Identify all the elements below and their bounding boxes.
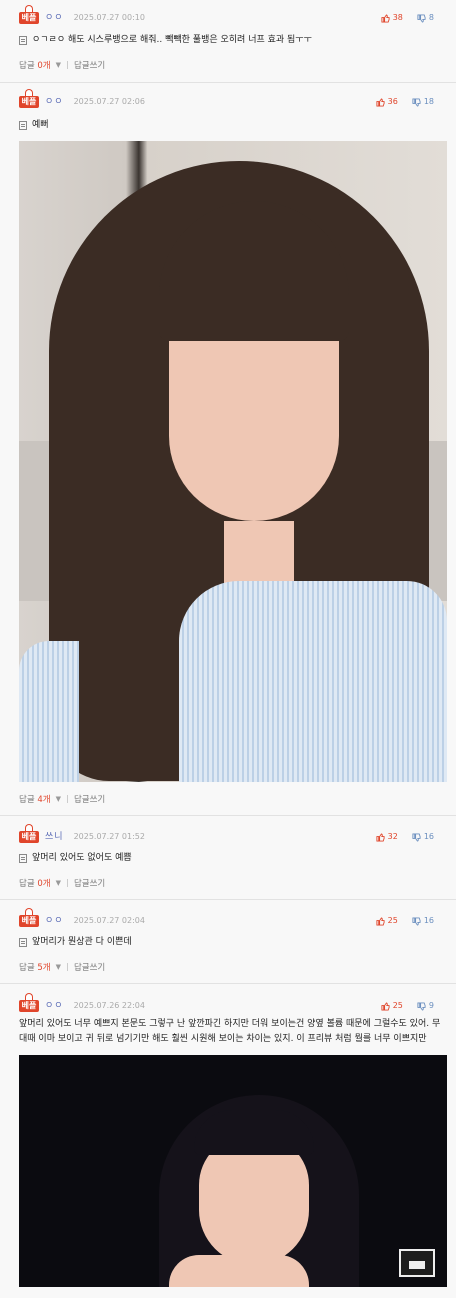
comment-date: 2025.07.27 02:04 <box>73 916 145 925</box>
comment-text: 앞머리가 뭔상관 다 이쁜데 <box>19 928 446 950</box>
comment-header: 베플 ㅇㅇ 2025.07.27 02:04 25 16 <box>19 900 446 928</box>
comment-header: 베플 쓰니 2025.07.27 01:52 32 16 <box>19 816 446 844</box>
best-badge-icon: 베플 <box>19 908 39 928</box>
comment-item: 베플 쓰니 2025.07.27 01:52 32 16 앞머리 있어도 없어도… <box>0 816 456 900</box>
upvote-button[interactable]: 32 <box>376 831 398 843</box>
comment-stats: 25 16 <box>376 915 434 927</box>
divider <box>66 61 68 69</box>
write-reply-link[interactable]: 답글쓰기 <box>74 961 105 973</box>
comment-text: 앞머리 있어도 없어도 예쁨 <box>19 844 446 866</box>
comment-nickname[interactable]: ㅇㅇ <box>45 95 64 109</box>
reply-toggle[interactable]: 답글 0개 <box>19 877 51 889</box>
downvote-button[interactable]: 16 <box>412 915 434 927</box>
comment-footer: 답글 0개 ▼ 답글쓰기 <box>19 872 446 894</box>
reply-count: 5개 <box>37 963 51 973</box>
thumbs-up-icon <box>376 832 385 842</box>
attached-photo[interactable] <box>19 1055 447 1287</box>
comment-stats: 32 16 <box>376 831 434 843</box>
best-badge-icon: 베플 <box>19 824 39 844</box>
best-badge-icon: 베플 <box>19 993 39 1013</box>
caret-down-icon[interactable]: ▼ <box>56 61 61 69</box>
caret-down-icon[interactable]: ▼ <box>56 879 61 887</box>
comment-footer: 답글 4개 ▼ 답글쓰기 <box>19 788 446 810</box>
divider <box>66 795 68 803</box>
thumbs-up-icon <box>376 97 385 107</box>
comment-item: 베플 ㅇㅇ 2025.07.26 22:04 25 9 앞머리 있어도 너무 예… <box>0 984 456 1298</box>
thumbs-down-icon <box>417 1001 426 1011</box>
reply-toggle[interactable]: 답글 4개 <box>19 793 51 805</box>
comment-date: 2025.07.27 00:10 <box>73 13 145 22</box>
comment-item: 베플 ㅇㅇ 2025.07.27 00:10 38 8 ㅇㄱㄹㅇ 해도 시스루뱅… <box>0 0 456 83</box>
comment-header: 베플 ㅇㅇ 2025.07.27 00:10 38 8 <box>19 0 446 25</box>
document-icon <box>19 854 27 863</box>
comment-nickname[interactable]: ㅇㅇ <box>45 999 64 1013</box>
downvote-button[interactable]: 9 <box>417 1000 434 1012</box>
caret-down-icon[interactable]: ▼ <box>56 963 61 971</box>
upvote-count: 25 <box>392 1001 403 1010</box>
comment-text: 예뻐 <box>19 109 446 133</box>
upvote-button[interactable]: 36 <box>376 96 398 108</box>
comment-footer: 답글 5개 ▼ 답글쓰기 <box>19 956 446 978</box>
comment-text: 앞머리 있어도 너무 예쁘지 본문도 그렇구 난 앞깐파긴 하지만 더워 보이는… <box>19 1019 441 1044</box>
reply-toggle[interactable]: 답글 5개 <box>19 961 51 973</box>
caret-down-icon[interactable]: ▼ <box>56 795 61 803</box>
divider <box>66 879 68 887</box>
write-reply-link[interactable]: 답글쓰기 <box>74 59 105 71</box>
reply-count: 4개 <box>37 795 51 805</box>
thumbs-down-icon <box>412 832 421 842</box>
comment-date: 2025.07.27 02:06 <box>73 97 145 106</box>
comment-footer: 답글 0개 ▼ 답글쓰기 <box>19 54 446 76</box>
comment-item: 베플 ㅇㅇ 2025.07.27 02:04 25 16 앞머리가 뭔상관 다 … <box>0 900 456 984</box>
reply-toggle[interactable]: 답글 0개 <box>19 59 51 71</box>
document-icon <box>19 938 27 947</box>
best-badge-icon: 베플 <box>19 5 39 25</box>
write-reply-link[interactable]: 답글쓰기 <box>74 793 105 805</box>
reply-count: 0개 <box>37 61 51 71</box>
downvote-count: 16 <box>423 832 434 841</box>
downvote-button[interactable]: 16 <box>412 831 434 843</box>
comment-nickname[interactable]: ㅇㅇ <box>45 914 64 928</box>
downvote-count: 16 <box>423 916 434 925</box>
downvote-button[interactable]: 18 <box>412 96 434 108</box>
comment-stats: 38 8 <box>381 12 434 24</box>
thumbs-up-icon <box>381 1001 390 1011</box>
divider <box>66 963 68 971</box>
comment-date: 2025.07.27 01:52 <box>73 832 145 841</box>
comment-header: 베플 ㅇㅇ 2025.07.27 02:06 36 18 <box>19 83 446 109</box>
upvote-count: 25 <box>387 916 398 925</box>
comment-list: 베플 ㅇㅇ 2025.07.27 00:10 38 8 ㅇㄱㄹㅇ 해도 시스루뱅… <box>0 0 456 1298</box>
thumbs-down-icon <box>412 916 421 926</box>
comment-nickname[interactable]: 쓰니 <box>45 830 64 844</box>
downvote-count: 8 <box>428 13 434 22</box>
upvote-button[interactable]: 25 <box>381 1000 403 1012</box>
downvote-count: 18 <box>423 97 434 106</box>
document-icon <box>19 121 27 130</box>
logo-icon <box>399 1249 435 1277</box>
comment-stats: 36 18 <box>376 96 434 108</box>
comment-date: 2025.07.26 22:04 <box>73 1001 145 1010</box>
comment-item: 베플 ㅇㅇ 2025.07.27 02:06 36 18 예뻐 답글 4개 ▼ … <box>0 83 456 816</box>
upvote-count: 32 <box>387 832 398 841</box>
upvote-count: 38 <box>392 13 403 22</box>
downvote-count: 9 <box>428 1001 434 1010</box>
comment-header: 베플 ㅇㅇ 2025.07.26 22:04 25 9 <box>19 984 446 1013</box>
comment-text: ㅇㄱㄹㅇ 해도 시스루뱅으로 해줘.. 빽빽한 풀뱅은 오히려 너프 효과 됨ㅜ… <box>19 25 446 48</box>
comment-stats: 25 9 <box>381 1000 434 1012</box>
document-icon <box>19 36 27 45</box>
thumbs-down-icon <box>412 97 421 107</box>
downvote-button[interactable]: 8 <box>417 12 434 24</box>
attached-photo[interactable] <box>19 141 447 782</box>
upvote-button[interactable]: 25 <box>376 915 398 927</box>
write-reply-link[interactable]: 답글쓰기 <box>74 877 105 889</box>
thumbs-up-icon <box>376 916 385 926</box>
comment-nickname[interactable]: ㅇㅇ <box>45 11 64 25</box>
thumbs-down-icon <box>417 13 426 23</box>
upvote-button[interactable]: 38 <box>381 12 403 24</box>
best-badge-icon: 베플 <box>19 89 39 109</box>
reply-count: 0개 <box>37 879 51 889</box>
thumbs-up-icon <box>381 13 390 23</box>
upvote-count: 36 <box>387 97 398 106</box>
